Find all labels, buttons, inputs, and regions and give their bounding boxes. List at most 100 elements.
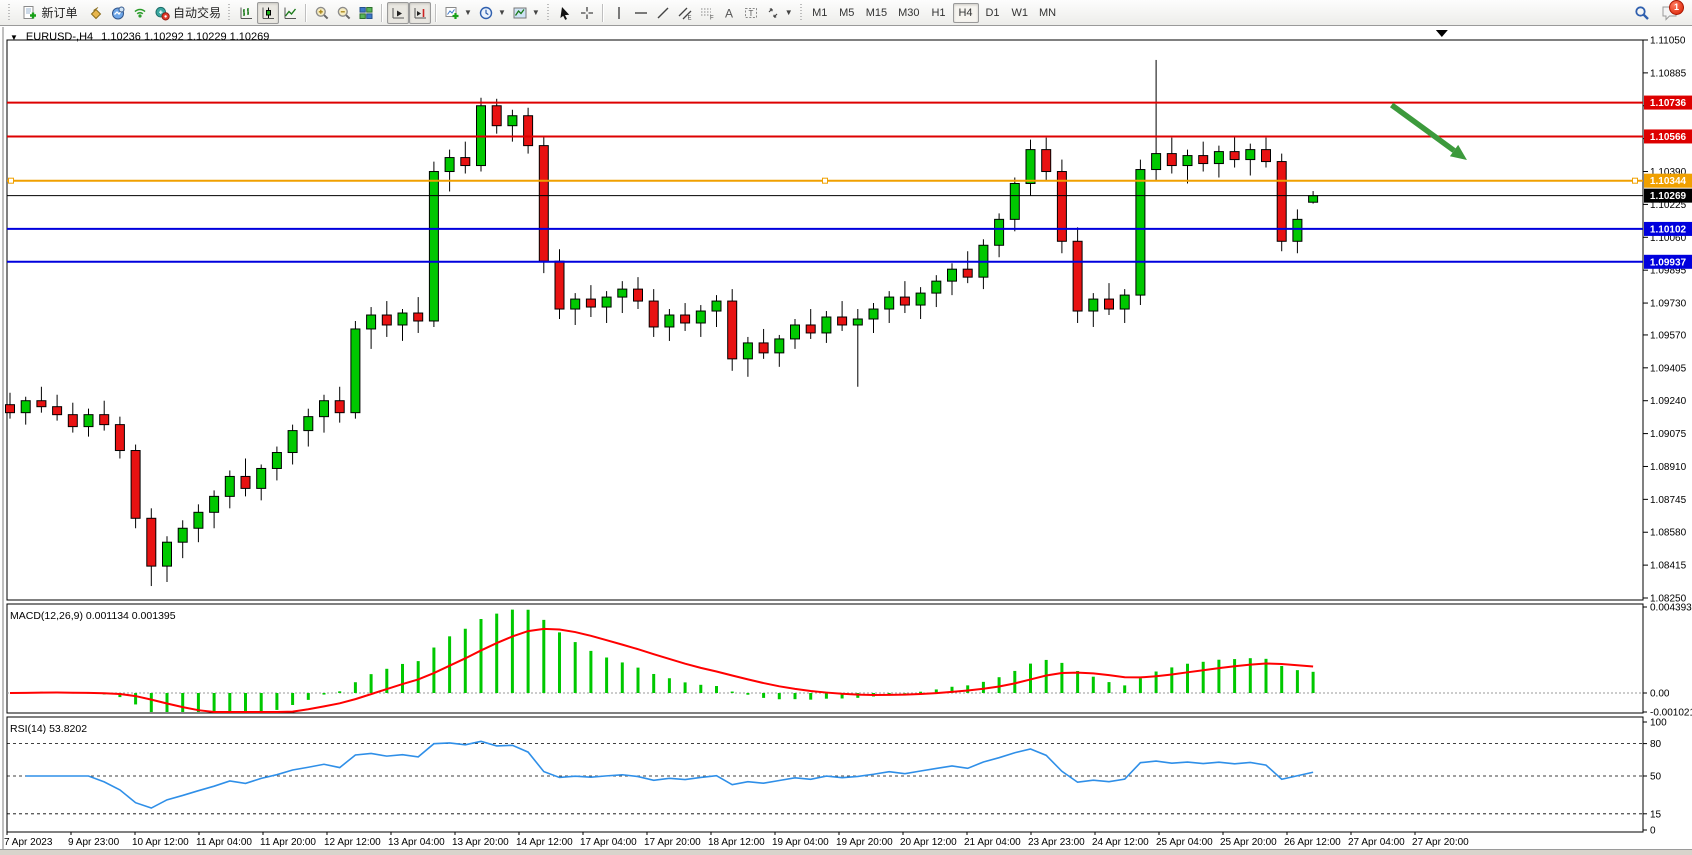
timeframe-button-m1[interactable]: M1	[807, 3, 833, 23]
candlestick-chart-button[interactable]	[257, 2, 279, 24]
text-label-icon: T	[743, 5, 759, 21]
zoom-in-icon	[314, 5, 330, 21]
candle-body	[147, 518, 156, 566]
tile-windows-button[interactable]	[355, 2, 377, 24]
timeframe-button-m5[interactable]: M5	[834, 3, 860, 23]
candle-body	[885, 297, 894, 309]
candle-body	[618, 289, 627, 297]
arrows-dropdown[interactable]: ▼	[762, 2, 796, 24]
price-axis-label: 1.08745	[1650, 495, 1687, 506]
candle-body	[351, 329, 360, 413]
level-handle[interactable]	[9, 178, 14, 183]
candle-body	[1042, 150, 1051, 172]
candle-body	[304, 417, 313, 431]
toolbar-grip[interactable]	[227, 4, 232, 22]
notifications-button[interactable]: 1	[1660, 2, 1682, 24]
chart-dropdown-icon[interactable]: ▼	[10, 33, 18, 42]
templates-dropdown[interactable]: ▼	[509, 2, 543, 24]
toolbar-grip[interactable]	[799, 4, 804, 22]
macd-label: MACD(12,26,9) 0.001134 0.001395	[10, 610, 176, 622]
profiles-button[interactable]	[107, 2, 129, 24]
candle-body	[1167, 154, 1176, 166]
timeframe-button-mn[interactable]: MN	[1034, 3, 1061, 23]
candle-body	[194, 512, 203, 528]
level-handle[interactable]	[1633, 178, 1638, 183]
price-axis-label: 1.08580	[1650, 528, 1687, 539]
bar-chart-button[interactable]	[235, 2, 257, 24]
date-label: 11 Apr 04:00	[196, 837, 252, 848]
toolbar: 新订单 自动交易	[0, 0, 1692, 26]
signals-button[interactable]	[129, 2, 151, 24]
timeframe-button-m15[interactable]: M15	[861, 3, 892, 23]
auto-trading-button[interactable]: 自动交易	[151, 2, 224, 24]
toolbar-grip[interactable]	[7, 4, 12, 22]
timeframe-button-h1[interactable]: H1	[926, 3, 952, 23]
price-axis-label: 1.09075	[1650, 429, 1687, 440]
toolbar-separator	[435, 4, 437, 22]
fibonacci-button[interactable]: F	[696, 2, 718, 24]
vertical-line-icon	[611, 5, 627, 21]
candle-body	[1057, 172, 1066, 242]
candle-body	[602, 297, 611, 307]
down-triangle-marker[interactable]	[1436, 30, 1448, 37]
vertical-line-button[interactable]	[608, 2, 630, 24]
candle-body	[586, 299, 595, 307]
candle-body	[68, 415, 77, 427]
candle-body	[21, 401, 30, 413]
trend-arrow-annotation[interactable]	[1392, 105, 1454, 151]
timeframe-button-m30[interactable]: M30	[893, 3, 924, 23]
notification-badge: 1	[1669, 0, 1684, 15]
cursor-button[interactable]	[554, 2, 576, 24]
candle-body	[445, 158, 454, 172]
text-label-button[interactable]: T	[740, 2, 762, 24]
signal-icon	[132, 5, 148, 21]
auto-scroll-button[interactable]	[387, 2, 409, 24]
rsi-pane-frame	[7, 717, 1643, 832]
candle-body	[1136, 170, 1145, 296]
candle-body	[681, 315, 690, 323]
chart-area[interactable]: 1.110501.108851.107201.105551.103901.102…	[0, 27, 1692, 855]
date-label: 26 Apr 12:00	[1284, 837, 1341, 848]
new-order-button[interactable]: 新订单	[15, 2, 85, 24]
candle-body	[932, 281, 941, 293]
price-badge-label: 1.10566	[1650, 132, 1687, 143]
price-axis-label: 1.08415	[1650, 561, 1687, 572]
zoom-out-button[interactable]	[333, 2, 355, 24]
candle-body	[492, 106, 501, 126]
search-button[interactable]	[1630, 2, 1654, 24]
rsi-axis-label: 80	[1650, 739, 1662, 750]
candle-body	[1089, 299, 1098, 311]
line-chart-button[interactable]	[279, 2, 301, 24]
date-label: 10 Apr 12:00	[132, 837, 189, 848]
candle-body	[367, 315, 376, 329]
chart-shift-button[interactable]	[409, 2, 431, 24]
timeframe-button-d1[interactable]: D1	[980, 3, 1006, 23]
trendline-button[interactable]	[652, 2, 674, 24]
periods-dropdown[interactable]: ▼	[475, 2, 509, 24]
timeframe-button-w1[interactable]: W1	[1007, 3, 1034, 23]
zoom-in-button[interactable]	[311, 2, 333, 24]
level-handle[interactable]	[823, 178, 828, 183]
styler-button[interactable]	[85, 2, 107, 24]
candle-body	[1183, 156, 1192, 166]
trendline-icon	[655, 5, 671, 21]
text-button[interactable]: A	[718, 2, 740, 24]
crosshair-button[interactable]	[576, 2, 598, 24]
candle-body	[524, 116, 533, 146]
date-label: 18 Apr 12:00	[708, 837, 765, 848]
date-label: 9 Apr 23:00	[68, 837, 120, 848]
toolbar-separator	[381, 4, 383, 22]
chart-canvas[interactable]: 1.110501.108851.107201.105551.103901.102…	[0, 27, 1692, 855]
toolbar-grip[interactable]	[546, 4, 551, 22]
candle-body	[1214, 152, 1223, 164]
rsi-line	[26, 741, 1313, 808]
horizontal-line-button[interactable]	[630, 2, 652, 24]
candle-body	[728, 301, 737, 359]
price-axis-label: 1.09730	[1650, 299, 1687, 310]
equidistant-channel-button[interactable]: E	[674, 2, 696, 24]
price-badge-label: 1.10102	[1650, 224, 1687, 235]
timeframe-button-h4[interactable]: H4	[953, 3, 979, 23]
macd-axis-label: 0.00	[1650, 689, 1670, 700]
indicators-dropdown[interactable]: ▼	[441, 2, 475, 24]
auto-scroll-icon	[390, 5, 406, 21]
